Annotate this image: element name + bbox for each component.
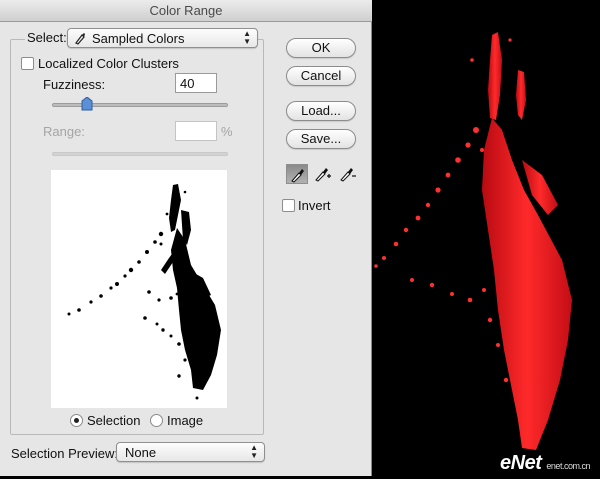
selection-preview-image: [51, 170, 227, 408]
image-radio[interactable]: [150, 414, 163, 427]
selection-radio-label: Selection: [87, 413, 141, 428]
select-label: Select:: [25, 30, 69, 45]
ok-button[interactable]: OK: [286, 38, 356, 58]
selection-preview-label: Selection Preview:: [11, 446, 118, 461]
localized-clusters-label: Localized Color Clusters: [38, 56, 179, 71]
watermark-sub: enet.com.cn: [546, 461, 590, 471]
select-popup[interactable]: Sampled Colors ▲ ▼: [67, 28, 258, 48]
add-to-sample-tool[interactable]: [311, 164, 333, 184]
eyedropper-minus-icon: [340, 168, 356, 182]
popup-arrows-icon: ▲ ▼: [243, 29, 251, 46]
watermark-logo: eNet enet.com.cn: [500, 452, 590, 475]
range-unit: %: [221, 124, 233, 139]
popup-arrows-icon: ▲ ▼: [250, 443, 258, 460]
range-field[interactable]: [175, 121, 217, 141]
range-slider-track: [52, 152, 228, 156]
eyedropper-plus-icon: [315, 168, 331, 182]
selection-mask-graphic: [67, 184, 221, 400]
fuzziness-field[interactable]: 40: [175, 73, 217, 93]
subtract-from-sample-tool[interactable]: [336, 164, 358, 184]
invert-label: Invert: [298, 198, 331, 213]
selection-radio[interactable]: [70, 414, 83, 427]
red-splash-graphic: [374, 32, 572, 450]
eyedropper-small-icon: [74, 31, 86, 48]
localized-clusters-checkbox[interactable]: [21, 57, 34, 70]
color-range-dialog: Color Range Select: Sampled Colors ▲ ▼ Lo…: [0, 0, 372, 476]
fuzziness-slider-track[interactable]: [52, 103, 228, 107]
selection-preview-value: None: [125, 445, 157, 460]
eyedropper-tool[interactable]: [286, 164, 308, 184]
eyedropper-icon: [291, 169, 304, 183]
select-value: Sampled Colors: [92, 31, 185, 46]
dialog-title: Color Range: [0, 0, 372, 22]
selection-preview-popup[interactable]: None ▲ ▼: [116, 442, 265, 462]
fuzziness-label: Fuzziness:: [43, 77, 106, 92]
canvas-image: [372, 0, 600, 476]
load-button[interactable]: Load...: [286, 101, 356, 121]
watermark-main: eNet: [500, 452, 542, 474]
image-radio-label: Image: [167, 413, 204, 428]
range-label: Range:: [43, 124, 85, 139]
cancel-button[interactable]: Cancel: [286, 66, 356, 86]
fuzziness-slider-thumb[interactable]: [81, 96, 93, 111]
save-button[interactable]: Save...: [286, 129, 356, 149]
invert-checkbox[interactable]: [282, 199, 295, 212]
